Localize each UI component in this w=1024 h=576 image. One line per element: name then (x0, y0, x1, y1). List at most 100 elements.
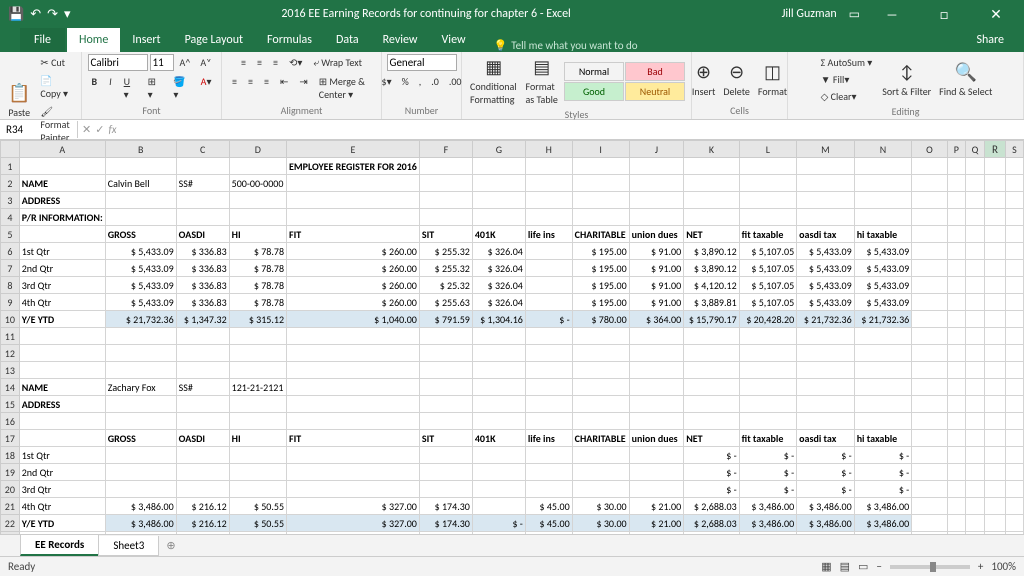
cell[interactable] (472, 345, 525, 362)
cell[interactable] (912, 447, 947, 464)
cell[interactable] (797, 379, 855, 396)
col-header[interactable]: G (472, 141, 525, 158)
row-header[interactable]: 8 (1, 277, 20, 294)
cell[interactable] (287, 362, 420, 379)
cell[interactable] (965, 532, 984, 535)
cell[interactable] (229, 192, 286, 209)
cell[interactable] (854, 345, 912, 362)
cell[interactable] (472, 175, 525, 192)
cell[interactable] (572, 532, 629, 535)
delete-cells-button[interactable]: ⊖Delete (721, 59, 752, 100)
cell[interactable] (525, 345, 572, 362)
cell[interactable] (1005, 260, 1023, 277)
cell[interactable] (965, 294, 984, 311)
cell[interactable] (684, 158, 739, 175)
row-header[interactable]: 5 (1, 226, 20, 243)
orientation-icon[interactable]: ⟲▾ (285, 54, 306, 71)
cell[interactable] (912, 345, 947, 362)
grow-font-icon[interactable]: A^ (176, 54, 195, 71)
cell[interactable]: $ 5,107.05 (739, 294, 797, 311)
cell[interactable] (985, 243, 1006, 260)
cell[interactable] (684, 345, 739, 362)
cell[interactable]: $ - (797, 464, 855, 481)
cell[interactable]: $ 5,433.09 (105, 294, 176, 311)
cell[interactable] (1005, 345, 1023, 362)
font-size-select[interactable]: 11 (150, 54, 174, 71)
cell[interactable] (854, 379, 912, 396)
cell[interactable] (525, 532, 572, 535)
cell[interactable] (525, 209, 572, 226)
cell[interactable] (472, 447, 525, 464)
col-header[interactable]: C (176, 141, 229, 158)
cell[interactable] (1005, 294, 1023, 311)
cell[interactable] (572, 447, 629, 464)
cell[interactable] (985, 498, 1006, 515)
find-select-button[interactable]: 🔍Find & Select (937, 59, 994, 100)
align-bot-icon[interactable]: ≡ (269, 54, 282, 71)
cell[interactable] (629, 328, 684, 345)
cell[interactable] (105, 192, 176, 209)
cell[interactable] (1005, 515, 1023, 532)
cell[interactable]: $ 15,790.17 (684, 311, 739, 328)
cell[interactable] (105, 464, 176, 481)
col-header[interactable]: M (797, 141, 855, 158)
cell[interactable] (912, 158, 947, 175)
cell[interactable] (985, 481, 1006, 498)
col-header[interactable]: E (287, 141, 420, 158)
format-cells-button[interactable]: ◫Format (756, 59, 789, 100)
cell[interactable] (572, 481, 629, 498)
cell[interactable]: $ - (472, 515, 525, 532)
cell[interactable]: $ - (797, 481, 855, 498)
cell[interactable] (912, 294, 947, 311)
font-name-select[interactable]: Calibri (88, 54, 148, 71)
cell[interactable] (965, 413, 984, 430)
cell[interactable] (472, 498, 525, 515)
cell[interactable] (985, 379, 1006, 396)
cell[interactable]: SS# (176, 175, 229, 192)
cell[interactable]: $ 2,688.03 (684, 498, 739, 515)
cell[interactable] (105, 209, 176, 226)
cell[interactable]: $ - (739, 447, 797, 464)
ribbon-options-icon[interactable]: ▭ (849, 7, 860, 22)
cell[interactable] (629, 158, 684, 175)
cell[interactable] (912, 277, 947, 294)
cell[interactable] (472, 362, 525, 379)
cell[interactable] (1005, 532, 1023, 535)
tab-view[interactable]: View (430, 28, 478, 52)
cell[interactable]: $ - (739, 464, 797, 481)
row-header[interactable]: 20 (1, 481, 20, 498)
cell[interactable] (472, 379, 525, 396)
style-neutral[interactable]: Neutral (625, 82, 685, 101)
cell[interactable] (1005, 192, 1023, 209)
align-mid-icon[interactable]: ≡ (253, 54, 266, 71)
row-header[interactable]: 21 (1, 498, 20, 515)
cell[interactable] (965, 328, 984, 345)
cell[interactable]: $ 21.00 (629, 515, 684, 532)
cell[interactable] (947, 345, 965, 362)
cell[interactable] (739, 192, 797, 209)
copy-button[interactable]: 📄 Copy ▾ (36, 72, 75, 102)
cell[interactable] (1005, 413, 1023, 430)
cell[interactable] (965, 498, 984, 515)
cell[interactable]: $ 195.00 (572, 294, 629, 311)
cell[interactable] (965, 515, 984, 532)
cell[interactable] (684, 413, 739, 430)
cell[interactable] (629, 532, 684, 535)
cell[interactable] (105, 396, 176, 413)
view-break-icon[interactable]: ▭ (858, 560, 868, 573)
cell[interactable] (739, 379, 797, 396)
cell[interactable] (985, 192, 1006, 209)
wrap-text-button[interactable]: ⤶ Wrap Text (309, 54, 366, 71)
cell[interactable] (287, 532, 420, 535)
cell[interactable] (797, 328, 855, 345)
cell[interactable]: $ 364.00 (629, 311, 684, 328)
tell-me[interactable]: 💡Tell me what you want to do (494, 39, 638, 52)
cell[interactable] (797, 345, 855, 362)
cell[interactable]: $ 780.00 (572, 311, 629, 328)
cell[interactable] (572, 396, 629, 413)
row-header[interactable]: 1 (1, 158, 20, 175)
cell[interactable] (965, 379, 984, 396)
cell[interactable] (684, 328, 739, 345)
cell[interactable] (229, 464, 286, 481)
cell[interactable] (229, 362, 286, 379)
